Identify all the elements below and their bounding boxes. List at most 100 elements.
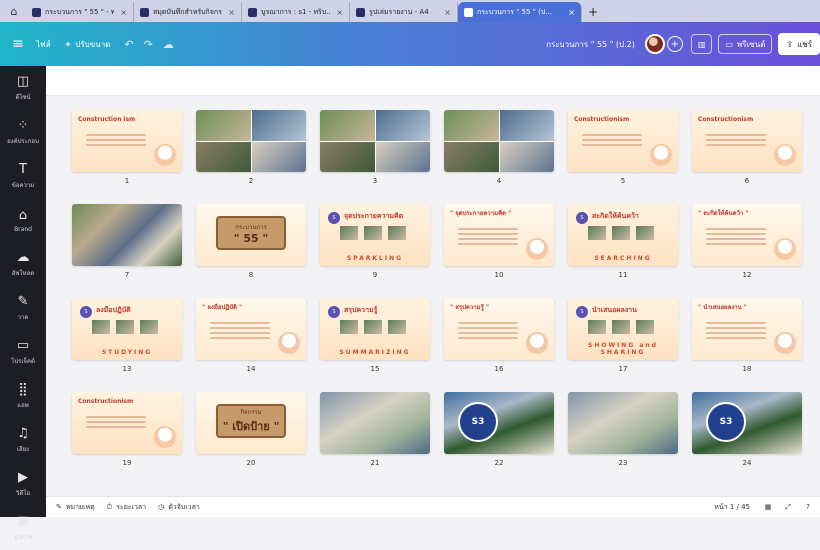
tab-close-icon[interactable]: × xyxy=(444,8,451,17)
slide-footer: SUMMARIZING xyxy=(339,349,411,356)
sidebar-item-stock[interactable]: ▣ รูปภาพ xyxy=(0,506,46,550)
photo-strip xyxy=(340,320,406,334)
slide-thumbnail[interactable]: S จุดประกายความคิด SPARKLING xyxy=(320,204,430,266)
sidebar-item-apps[interactable]: ⣿ แอพ xyxy=(0,374,46,418)
doc-title[interactable]: กระบวนการ " 55 " (ป.2) xyxy=(546,38,635,51)
sidebar-item-projects[interactable]: ▭ โปรเจ็คต์ xyxy=(0,330,46,374)
slide-number: 7 xyxy=(124,271,130,279)
slide-thumbnail[interactable]: " ลงมือปฏิบัติ " xyxy=(196,298,306,360)
slide-number: 24 xyxy=(742,459,752,467)
audio-icon: ♫ xyxy=(17,426,29,441)
slide-thumbnail[interactable] xyxy=(196,110,306,172)
browser-tab[interactable]: บูรณาการ : s1 - ทริบ... × xyxy=(242,2,350,22)
slide-thumbnail[interactable] xyxy=(320,110,430,172)
slide-footer: SHOWING and SHARING xyxy=(588,342,658,356)
slide-thumbnail[interactable]: S3 xyxy=(692,392,802,454)
help-icon[interactable]: ? xyxy=(800,503,816,511)
slide-thumbnail[interactable]: S สะกิดให้ค้นคว้า SEARCHING xyxy=(568,204,678,266)
photo-strip xyxy=(92,320,158,334)
slide-thumbnail[interactable]: กิจกรรม " เปิดป้าย " xyxy=(196,392,306,454)
sidebar-item-audio[interactable]: ♫ เสียง xyxy=(0,418,46,462)
slide-thumbnail[interactable]: Constructionism xyxy=(72,392,182,454)
home-icon[interactable]: ⌂ xyxy=(6,3,22,19)
resize-icon: ✦ xyxy=(64,39,72,49)
sidebar-item-label: โปรเจ็คต์ xyxy=(11,358,35,365)
tab-close-icon[interactable]: × xyxy=(568,8,575,17)
slide-title: สะกิดให้ค้นคว้า xyxy=(592,212,639,220)
bunny-illustration xyxy=(154,144,176,166)
cloud-save-icon[interactable]: ☁ xyxy=(163,38,174,51)
insights-button[interactable]: ▥ xyxy=(690,34,713,54)
draw-icon: ✎ xyxy=(17,294,29,309)
slide-thumbnail[interactable]: Construction ism xyxy=(72,110,182,172)
slide-number: 8 xyxy=(248,271,254,279)
tab-close-icon[interactable]: × xyxy=(120,8,127,17)
sidebar-item-draw[interactable]: ✎ วาด xyxy=(0,286,46,330)
redo-icon[interactable]: ↷ xyxy=(144,38,153,51)
browser-tab[interactable]: สมุดบันทึกสำหรับกิจกร... × xyxy=(134,2,242,22)
slide-number: 14 xyxy=(246,365,256,373)
notes-label: หมายเหตุ xyxy=(65,502,95,511)
file-menu[interactable]: ไฟล์ xyxy=(36,38,51,51)
new-tab-button[interactable]: + xyxy=(588,5,598,19)
sidebar-item-brand[interactable]: ⌂ Brand xyxy=(0,198,46,242)
slide-thumbnail[interactable] xyxy=(444,110,554,172)
slide-thumbnail[interactable]: S ลงมือปฏิบัติ STUDYING xyxy=(72,298,182,360)
sidebar-item-label: รูปภาพ xyxy=(13,534,33,541)
slide-grid: Construction ism 1 2 3 4 Constructionism 5 Cons… xyxy=(46,96,820,496)
slide-thumbnail[interactable] xyxy=(320,392,430,454)
undo-icon[interactable]: ↶ xyxy=(124,38,133,51)
slide-thumbnail[interactable]: กระบวนการ " 55 " xyxy=(196,204,306,266)
text-lines xyxy=(706,322,766,342)
browser-tab[interactable]: รูปเล่มรายงาน - A4 × xyxy=(350,2,458,22)
slide-number: 11 xyxy=(618,271,628,279)
resize-button[interactable]: ✦ ปรับขนาด xyxy=(65,38,111,51)
slide-thumbnail[interactable] xyxy=(72,204,182,266)
browser-tab[interactable]: กระบวนการ " 55 " (ป... × xyxy=(458,2,582,22)
slide-thumbnail[interactable]: Constructionism xyxy=(568,110,678,172)
sign-line-2: " เปิดป้าย " xyxy=(222,420,280,433)
slide-number: 16 xyxy=(494,365,504,373)
sidebar-item-design[interactable]: ◫ ดีไซน์ xyxy=(0,66,46,110)
sidebar-item-upload[interactable]: ☁ อัพโหลด xyxy=(0,242,46,286)
share-button[interactable]: ⇪ แชร์ xyxy=(778,33,820,55)
photo-strip xyxy=(340,226,406,240)
sidebar-item-video[interactable]: ▶ วิดีโอ xyxy=(0,462,46,506)
slide-thumbnail[interactable]: Constructionism xyxy=(692,110,802,172)
slide-title: ลงมือปฏิบัติ xyxy=(96,306,131,314)
add-collaborator-icon[interactable]: + xyxy=(666,36,683,52)
bunny-illustration xyxy=(526,238,548,260)
slide-number: 21 xyxy=(370,459,380,467)
timer-icon: ⏱ xyxy=(106,502,113,511)
browser-tab[interactable]: กระบวนการ " 55 " - พ... × xyxy=(26,2,134,22)
notes-button[interactable]: ✎ หมายเหตุ xyxy=(56,502,95,513)
tab-close-icon[interactable]: × xyxy=(336,8,343,17)
slide-number: 3 xyxy=(372,177,378,185)
slide-number: 4 xyxy=(496,177,502,185)
s-badge: S xyxy=(328,306,340,318)
grid-view-icon[interactable]: ▦ xyxy=(760,503,776,511)
slide-thumbnail[interactable]: " นำเสนอผลงาน " xyxy=(692,298,802,360)
wood-sign: กิจกรรม " เปิดป้าย " xyxy=(216,404,286,438)
slide-footer: SPARKLING xyxy=(346,255,404,262)
slide-thumbnail[interactable]: " จุดประกายความคิด " xyxy=(444,204,554,266)
sidebar-item-text[interactable]: T ข้อความ xyxy=(0,154,46,198)
stopwatch-button[interactable]: ◷ ตัวจับเวลา xyxy=(158,502,200,513)
text-lines xyxy=(582,134,642,149)
text-lines xyxy=(706,228,766,248)
fullscreen-icon[interactable]: ⤢ xyxy=(780,503,796,512)
slide-thumbnail[interactable] xyxy=(568,392,678,454)
sidebar-item-elements[interactable]: ⁘ องค์ประกอบ xyxy=(0,110,46,154)
slide-thumbnail[interactable]: S นำเสนอผลงาน SHOWING and SHARING xyxy=(568,298,678,360)
present-button[interactable]: ▭ พรีเซนต์ xyxy=(718,34,773,54)
menu-icon[interactable]: ≡ xyxy=(0,36,36,52)
avatar[interactable] xyxy=(644,34,665,54)
text-lines xyxy=(210,322,270,342)
slide-thumbnail[interactable]: S สรุปความรู้ SUMMARIZING xyxy=(320,298,430,360)
tab-favicon-icon xyxy=(248,7,257,17)
tab-close-icon[interactable]: × xyxy=(228,8,235,17)
slide-thumbnail[interactable]: " สะกิดให้ค้นคว้า " xyxy=(692,204,802,266)
slide-thumbnail[interactable]: " สรุปความรู้ " xyxy=(444,298,554,360)
timer-button[interactable]: ⏱ ระยะเวลา xyxy=(107,502,146,513)
slide-thumbnail[interactable]: S3 xyxy=(444,392,554,454)
